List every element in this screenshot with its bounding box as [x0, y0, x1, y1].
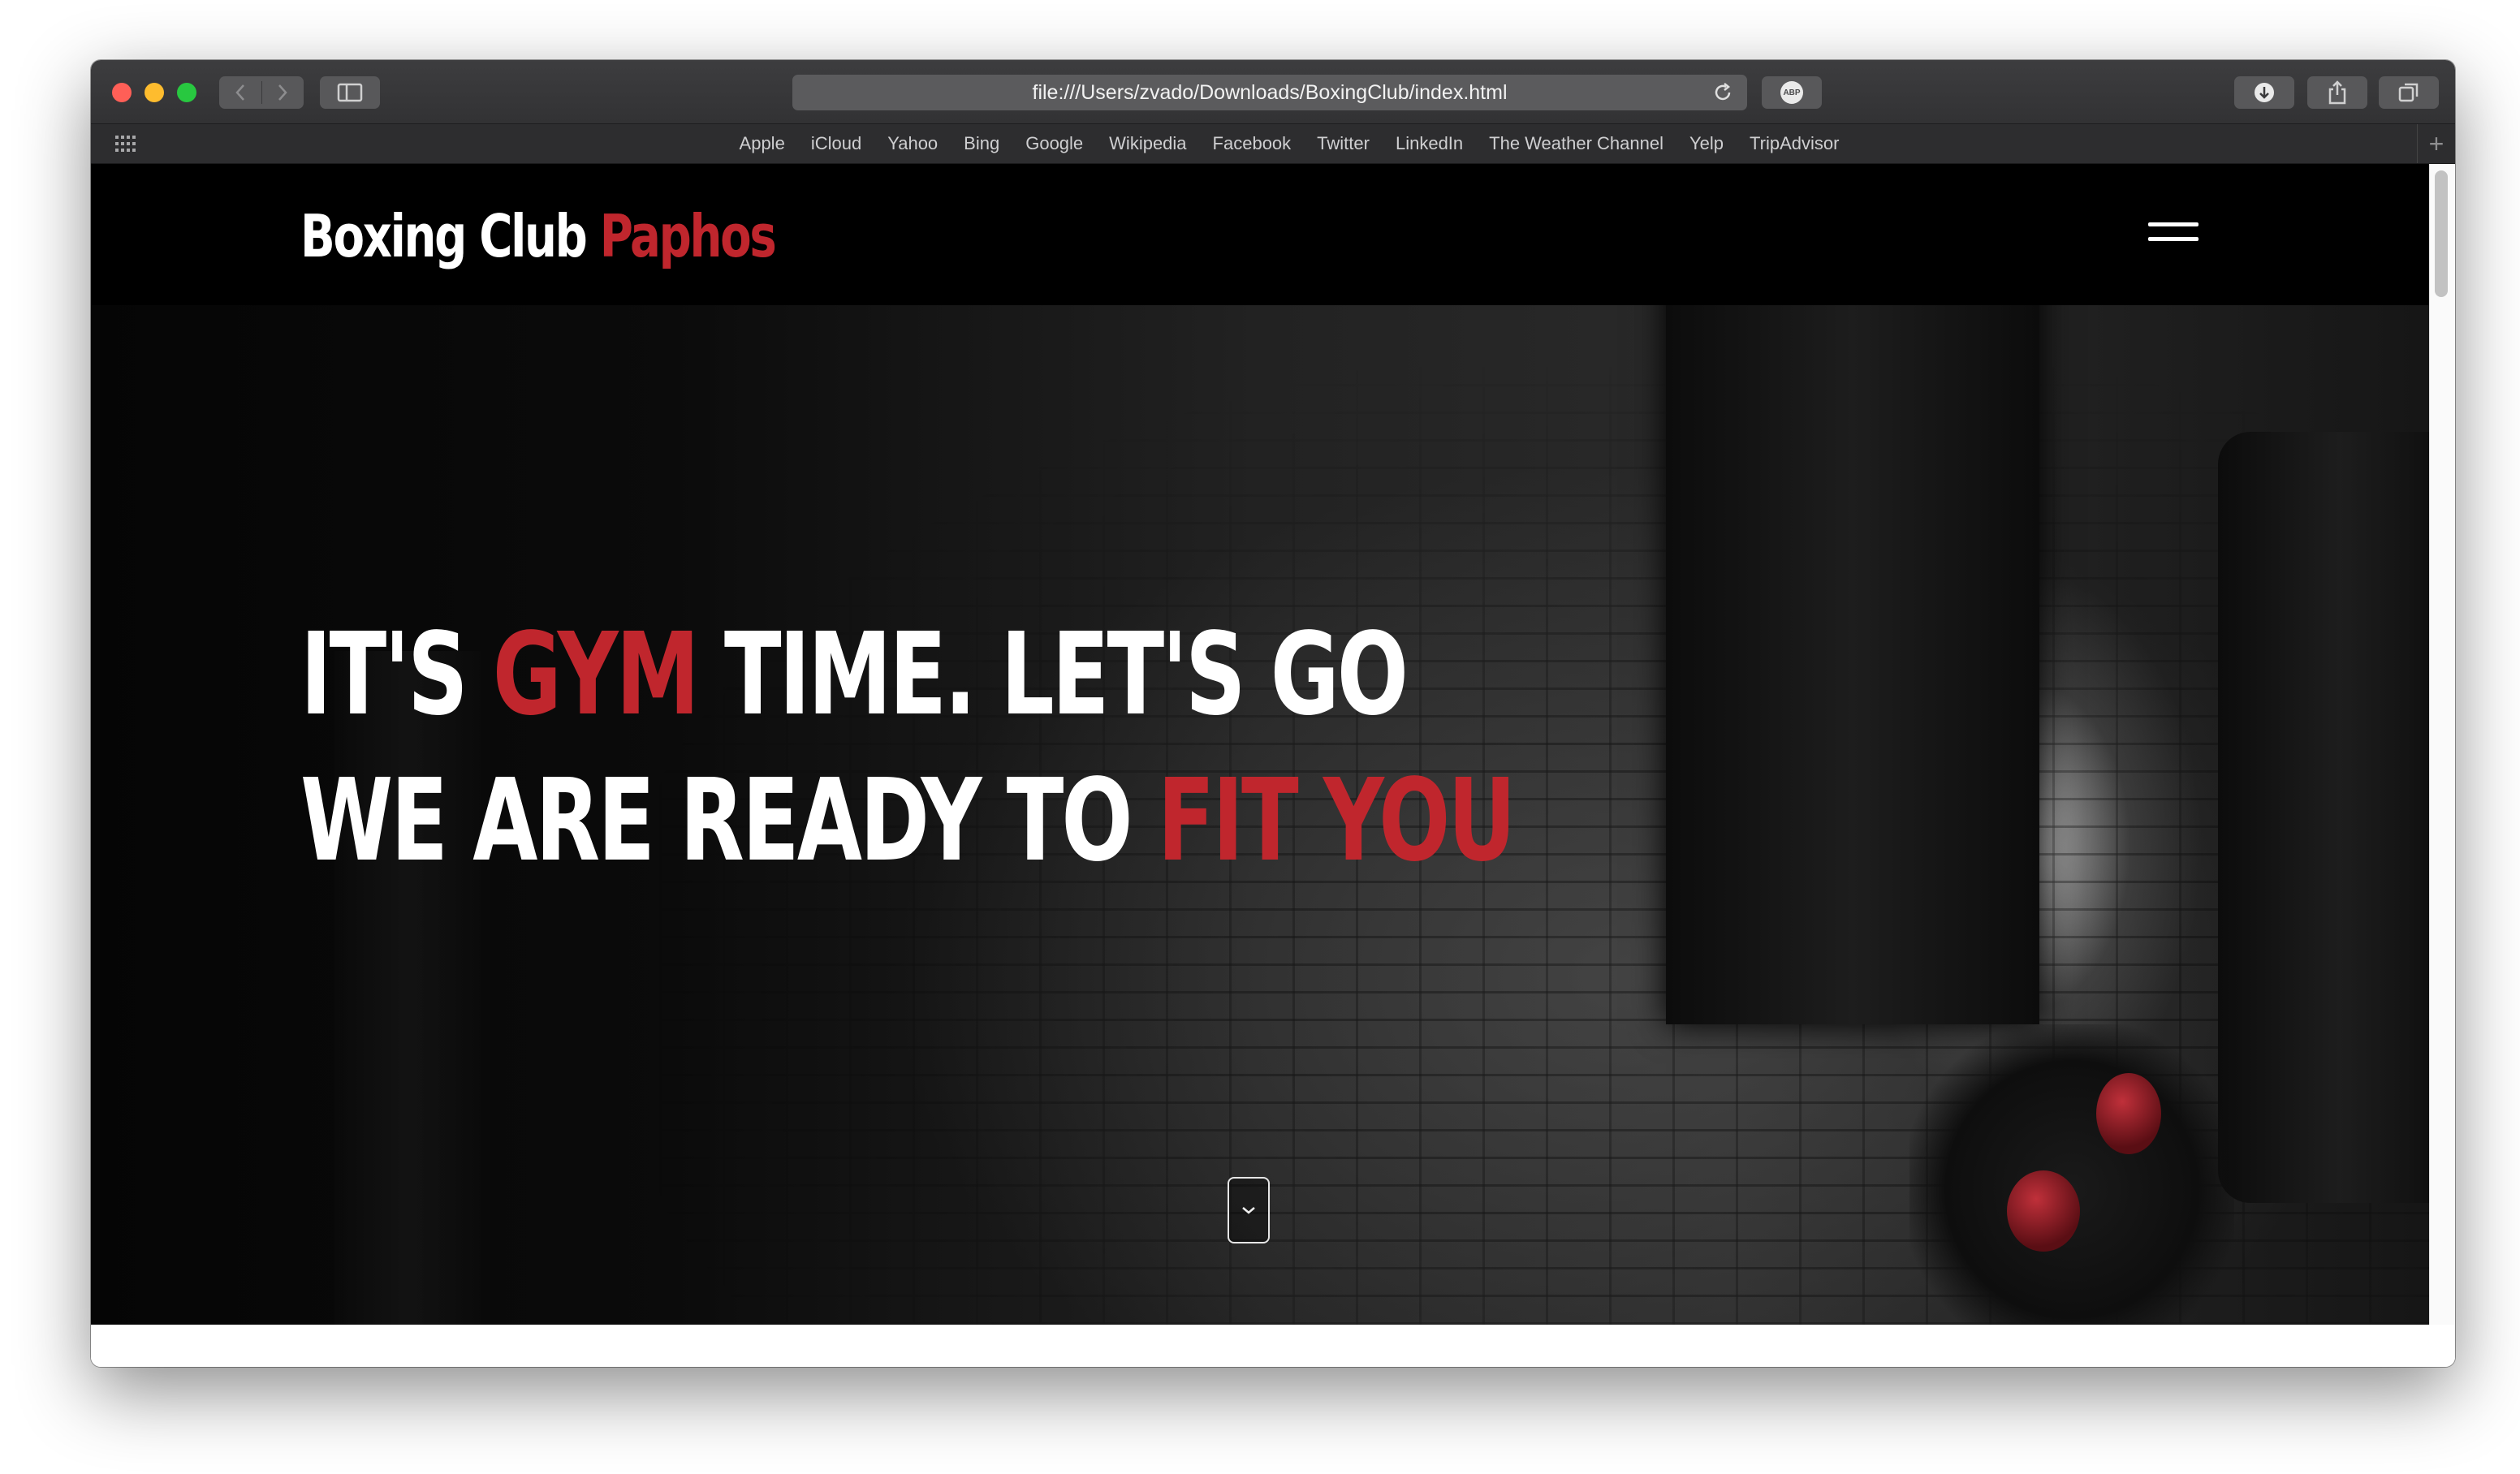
favorite-linkedin[interactable]: LinkedIn	[1396, 133, 1463, 154]
downloads-button[interactable]	[2234, 76, 2294, 109]
boxing-glove-image	[2096, 1073, 2161, 1154]
menu-line	[2148, 237, 2199, 241]
menu-line	[2148, 222, 2199, 226]
favorite-facebook[interactable]: Facebook	[1213, 133, 1292, 154]
sidebar-icon	[337, 83, 363, 102]
browser-window: file:///Users/zvado/Downloads/BoxingClub…	[91, 60, 2455, 1367]
favorite-yahoo[interactable]: Yahoo	[887, 133, 938, 154]
site-logo[interactable]: Boxing Club Paphos	[300, 200, 777, 273]
close-window-button[interactable]	[112, 83, 132, 102]
favorite-apple[interactable]: Apple	[740, 133, 785, 154]
scroll-down-button[interactable]	[1228, 1177, 1270, 1243]
hamburger-icon[interactable]	[2148, 218, 2199, 245]
favorite-icloud[interactable]: iCloud	[811, 133, 861, 154]
zoom-window-button[interactable]	[177, 83, 196, 102]
favorite-google[interactable]: Google	[1025, 133, 1083, 154]
punching-bag-image	[2218, 432, 2429, 1203]
headline-highlight: FIT YOU	[1157, 755, 1517, 887]
divider	[261, 81, 262, 104]
page-scrollbar[interactable]	[2429, 164, 2455, 1325]
scrollbar-thumb[interactable]	[2435, 170, 2448, 297]
favorite-weather-channel[interactable]: The Weather Channel	[1489, 133, 1663, 154]
adblock-icon: ABP	[1780, 81, 1803, 104]
browser-toolbar: file:///Users/zvado/Downloads/BoxingClub…	[91, 60, 2455, 124]
minimize-window-button[interactable]	[145, 83, 164, 102]
history-nav-group	[219, 76, 304, 109]
favorite-wikipedia[interactable]: Wikipedia	[1109, 133, 1186, 154]
back-button[interactable]	[219, 76, 261, 109]
web-page: Boxing Club Paphos IT'S GYM TIME. LET'S …	[91, 164, 2455, 1367]
sidebar-toggle-button[interactable]	[320, 76, 380, 109]
favorite-twitter[interactable]: Twitter	[1317, 133, 1370, 154]
chevron-right-icon	[278, 84, 287, 101]
logo-text-red: Paphos	[599, 202, 777, 270]
chevron-left-icon	[235, 84, 244, 101]
favorite-bing[interactable]: Bing	[964, 133, 999, 154]
headline-text: IT'S	[300, 609, 468, 741]
hero-headline-line-2: WE ARE READY TO FIT YOU	[300, 755, 1517, 887]
share-icon	[2328, 80, 2346, 105]
logo-text-white: Boxing Club	[300, 202, 588, 270]
hero-headline-line-1: IT'S GYM TIME. LET'S GO	[300, 609, 1409, 741]
favorites-bar: Apple iCloud Yahoo Bing Google Wikipedia…	[91, 124, 2455, 164]
address-bar[interactable]: file:///Users/zvado/Downloads/BoxingClub…	[792, 75, 1747, 110]
hero-section: Boxing Club Paphos IT'S GYM TIME. LET'S …	[91, 164, 2429, 1325]
reload-icon[interactable]	[1711, 81, 1734, 104]
favorite-yelp[interactable]: Yelp	[1689, 133, 1724, 154]
headline-text: WE ARE READY TO	[300, 755, 1133, 887]
url-text: file:///Users/zvado/Downloads/BoxingClub…	[1032, 80, 1508, 104]
download-icon	[2255, 83, 2274, 102]
headline-text: TIME. LET'S GO	[723, 609, 1409, 741]
favorites-list: Apple iCloud Yahoo Bing Google Wikipedia…	[91, 124, 2455, 163]
tabs-overview-icon	[2398, 83, 2419, 102]
favorite-tripadvisor[interactable]: TripAdvisor	[1750, 133, 1839, 154]
share-button[interactable]	[2307, 76, 2367, 109]
show-tabs-button[interactable]	[2379, 76, 2439, 109]
new-tab-button[interactable]: +	[2417, 124, 2455, 163]
site-header: Boxing Club Paphos	[91, 164, 2429, 305]
boxing-glove-image	[2007, 1170, 2080, 1252]
chevron-down-icon	[1242, 1207, 1255, 1214]
forward-button[interactable]	[261, 76, 304, 109]
boxer-image	[1909, 1024, 2234, 1325]
headline-highlight: GYM	[492, 609, 700, 741]
punching-bag-image	[334, 651, 481, 1325]
adblock-button[interactable]: ABP	[1762, 76, 1822, 109]
